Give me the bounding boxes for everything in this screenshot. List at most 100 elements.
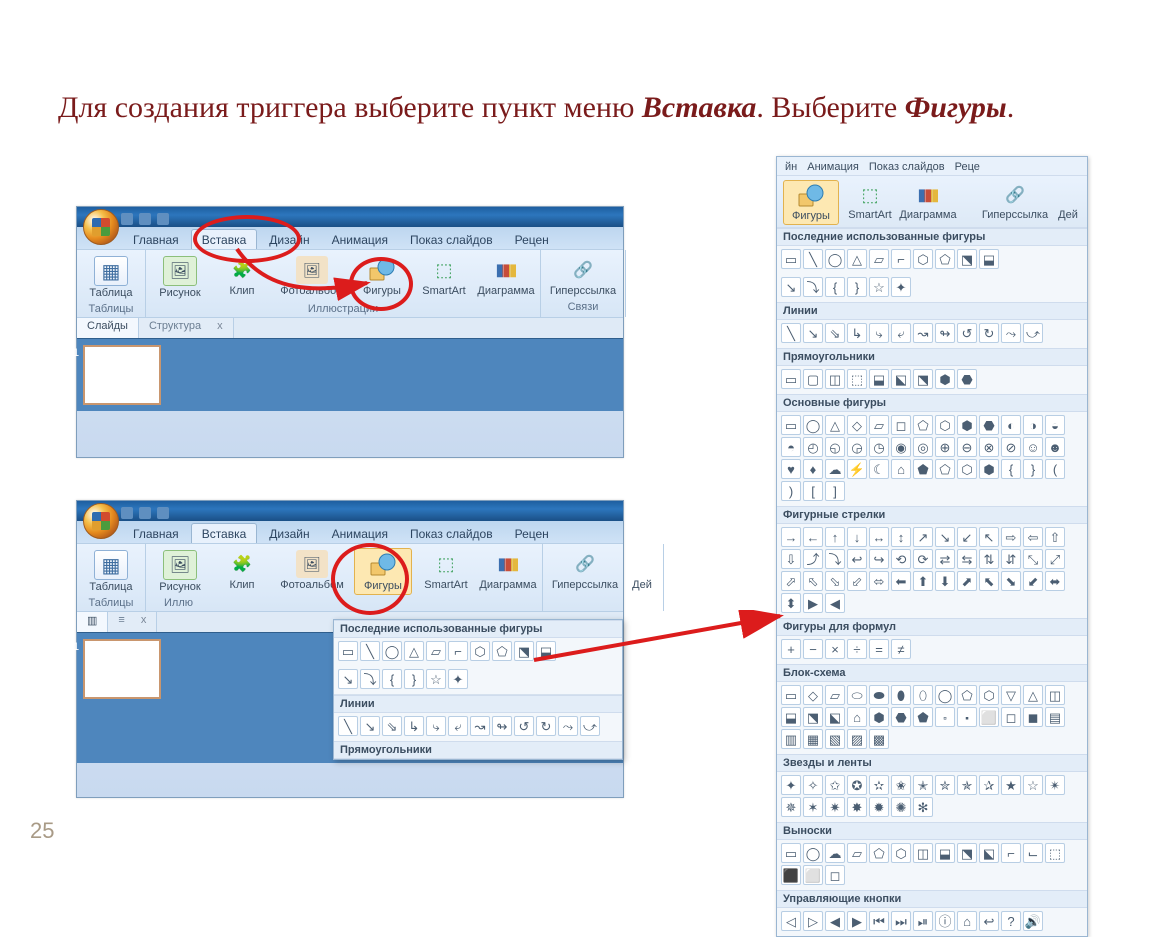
shape-item[interactable]: ▤ bbox=[1045, 707, 1065, 727]
shape-item[interactable]: ⇦ bbox=[1023, 527, 1043, 547]
shape-item[interactable]: ↳ bbox=[847, 323, 867, 343]
shape-item[interactable]: ▭ bbox=[781, 415, 801, 435]
ribbon-tab[interactable]: Вставка bbox=[191, 523, 258, 543]
shape-item[interactable]: ↗ bbox=[913, 527, 933, 547]
shape-item[interactable]: ⓘ bbox=[935, 911, 955, 931]
shape-item[interactable]: ⬠ bbox=[935, 249, 955, 269]
shape-item[interactable]: ▱ bbox=[869, 415, 889, 435]
shape-item[interactable]: = bbox=[869, 639, 889, 659]
shape-item[interactable]: ↺ bbox=[514, 716, 534, 736]
shape-item[interactable]: ⬓ bbox=[869, 369, 889, 389]
shape-item[interactable]: ? bbox=[1001, 911, 1021, 931]
shape-item[interactable]: ◫ bbox=[825, 369, 845, 389]
shape-item[interactable]: × bbox=[825, 639, 845, 659]
shape-item[interactable]: ⬣ bbox=[957, 369, 977, 389]
shape-item[interactable]: ✭ bbox=[913, 775, 933, 795]
ribbon-tab[interactable]: Показ слайдов bbox=[869, 161, 945, 173]
shape-item[interactable]: ⌙ bbox=[1023, 843, 1043, 863]
chart-button[interactable]: Диаграмма bbox=[478, 254, 534, 301]
smartart-button[interactable]: SmartArt bbox=[843, 180, 897, 225]
tab-outline[interactable]: ≡x bbox=[108, 612, 157, 632]
shape-item[interactable]: ⬓ bbox=[536, 641, 556, 661]
shape-item[interactable]: ⬞ bbox=[935, 707, 955, 727]
shape-item[interactable]: ⇅ bbox=[979, 549, 999, 569]
ribbon-tab[interactable]: Анимация bbox=[322, 524, 398, 543]
shape-item[interactable]: ⬔ bbox=[913, 369, 933, 389]
shape-item[interactable]: ▶ bbox=[847, 911, 867, 931]
shape-item[interactable]: ☺ bbox=[1023, 437, 1043, 457]
shape-item[interactable]: ( bbox=[1045, 459, 1065, 479]
shape-item[interactable]: ↘ bbox=[360, 716, 380, 736]
shape-item[interactable]: ⏭ bbox=[891, 911, 911, 931]
shape-item[interactable]: ╲ bbox=[803, 249, 823, 269]
shape-item[interactable]: ✬ bbox=[891, 775, 911, 795]
shape-item[interactable]: ◯ bbox=[825, 249, 845, 269]
smartart-button[interactable]: SmartArt bbox=[418, 548, 474, 595]
shape-item[interactable]: ▩ bbox=[869, 729, 889, 749]
shape-item[interactable]: ⬕ bbox=[891, 369, 911, 389]
shape-item[interactable]: ⬠ bbox=[492, 641, 512, 661]
shape-item[interactable]: ◴ bbox=[803, 437, 823, 457]
shape-item[interactable]: { bbox=[825, 277, 845, 297]
shapes-gallery[interactable]: йнАнимацияПоказ слайдовРеце Фигуры Smart… bbox=[776, 156, 1088, 937]
shape-item[interactable]: ▭ bbox=[781, 685, 801, 705]
shape-item[interactable]: ✷ bbox=[825, 797, 845, 817]
shape-item[interactable]: ⤵ bbox=[803, 277, 823, 297]
shape-item[interactable]: ✪ bbox=[847, 775, 867, 795]
shape-item[interactable]: ↙ bbox=[957, 527, 977, 547]
shape-item[interactable]: ⏮ bbox=[869, 911, 889, 931]
shape-item[interactable]: ╲ bbox=[781, 323, 801, 343]
shape-item[interactable]: ◓ bbox=[781, 437, 801, 457]
shape-item[interactable]: ▧ bbox=[825, 729, 845, 749]
shape-item[interactable]: ⬣ bbox=[891, 707, 911, 727]
ribbon-tab[interactable]: Реце bbox=[955, 161, 980, 173]
shape-item[interactable]: ⬯ bbox=[913, 685, 933, 705]
shape-item[interactable]: △ bbox=[825, 415, 845, 435]
shape-item[interactable]: ◐ bbox=[1001, 415, 1021, 435]
shape-item[interactable]: ⬝ bbox=[957, 707, 977, 727]
shape-item[interactable]: ╲ bbox=[338, 716, 358, 736]
shape-item[interactable]: ⬊ bbox=[1001, 571, 1021, 591]
shape-item[interactable]: ⤴ bbox=[803, 549, 823, 569]
shape-item[interactable]: 🔊 bbox=[1023, 911, 1043, 931]
shape-item[interactable]: ▱ bbox=[426, 641, 446, 661]
chart-button[interactable]: Диаграмма bbox=[901, 180, 955, 225]
shape-item[interactable]: ⤢ bbox=[1045, 549, 1065, 569]
shape-item[interactable]: ⬭ bbox=[847, 685, 867, 705]
shape-item[interactable]: ☁ bbox=[825, 459, 845, 479]
ribbon-tab[interactable]: Показ слайдов bbox=[400, 230, 503, 249]
shape-item[interactable]: ▱ bbox=[869, 249, 889, 269]
shape-item[interactable]: ⬇ bbox=[935, 571, 955, 591]
shape-item[interactable]: ◇ bbox=[847, 415, 867, 435]
shapes-dropdown-small[interactable]: Последние использованные фигуры ▭╲◯△▱⌐⬡⬠… bbox=[333, 619, 623, 760]
shape-item[interactable]: ✶ bbox=[803, 797, 823, 817]
shape-item[interactable]: ⤷ bbox=[426, 716, 446, 736]
shape-item[interactable]: ⬟ bbox=[913, 459, 933, 479]
shape-item[interactable]: ◁ bbox=[781, 911, 801, 931]
shape-item[interactable]: ⬔ bbox=[803, 707, 823, 727]
shape-item[interactable]: ↩ bbox=[847, 549, 867, 569]
shape-item[interactable]: ◯ bbox=[382, 641, 402, 661]
shape-item[interactable]: ▽ bbox=[1001, 685, 1021, 705]
shapes-button[interactable]: Фигуры bbox=[354, 254, 410, 301]
shape-item[interactable]: ↬ bbox=[492, 716, 512, 736]
shape-item[interactable]: ◯ bbox=[935, 685, 955, 705]
shape-item[interactable]: ▦ bbox=[803, 729, 823, 749]
ribbon-tab[interactable]: Вставка bbox=[191, 229, 258, 249]
ribbon-tab[interactable]: Показ слайдов bbox=[400, 524, 503, 543]
shape-item[interactable]: ↕ bbox=[891, 527, 911, 547]
shape-item[interactable]: ↓ bbox=[847, 527, 867, 547]
shape-item[interactable]: ⬆ bbox=[913, 571, 933, 591]
action-button[interactable]: Дей bbox=[627, 548, 657, 593]
shape-item[interactable]: ◯ bbox=[803, 843, 823, 863]
shape-item[interactable]: ⬓ bbox=[781, 707, 801, 727]
quick-access-toolbar[interactable] bbox=[121, 505, 169, 521]
shape-item[interactable]: ☆ bbox=[1023, 775, 1043, 795]
shape-item[interactable]: ⊘ bbox=[1001, 437, 1021, 457]
shape-item[interactable]: ✦ bbox=[781, 775, 801, 795]
shape-item[interactable]: ⬠ bbox=[935, 459, 955, 479]
shape-item[interactable]: ▥ bbox=[781, 729, 801, 749]
shape-item[interactable]: ⊗ bbox=[979, 437, 999, 457]
shape-item[interactable]: ↔ bbox=[869, 527, 889, 547]
shape-item[interactable]: △ bbox=[847, 249, 867, 269]
